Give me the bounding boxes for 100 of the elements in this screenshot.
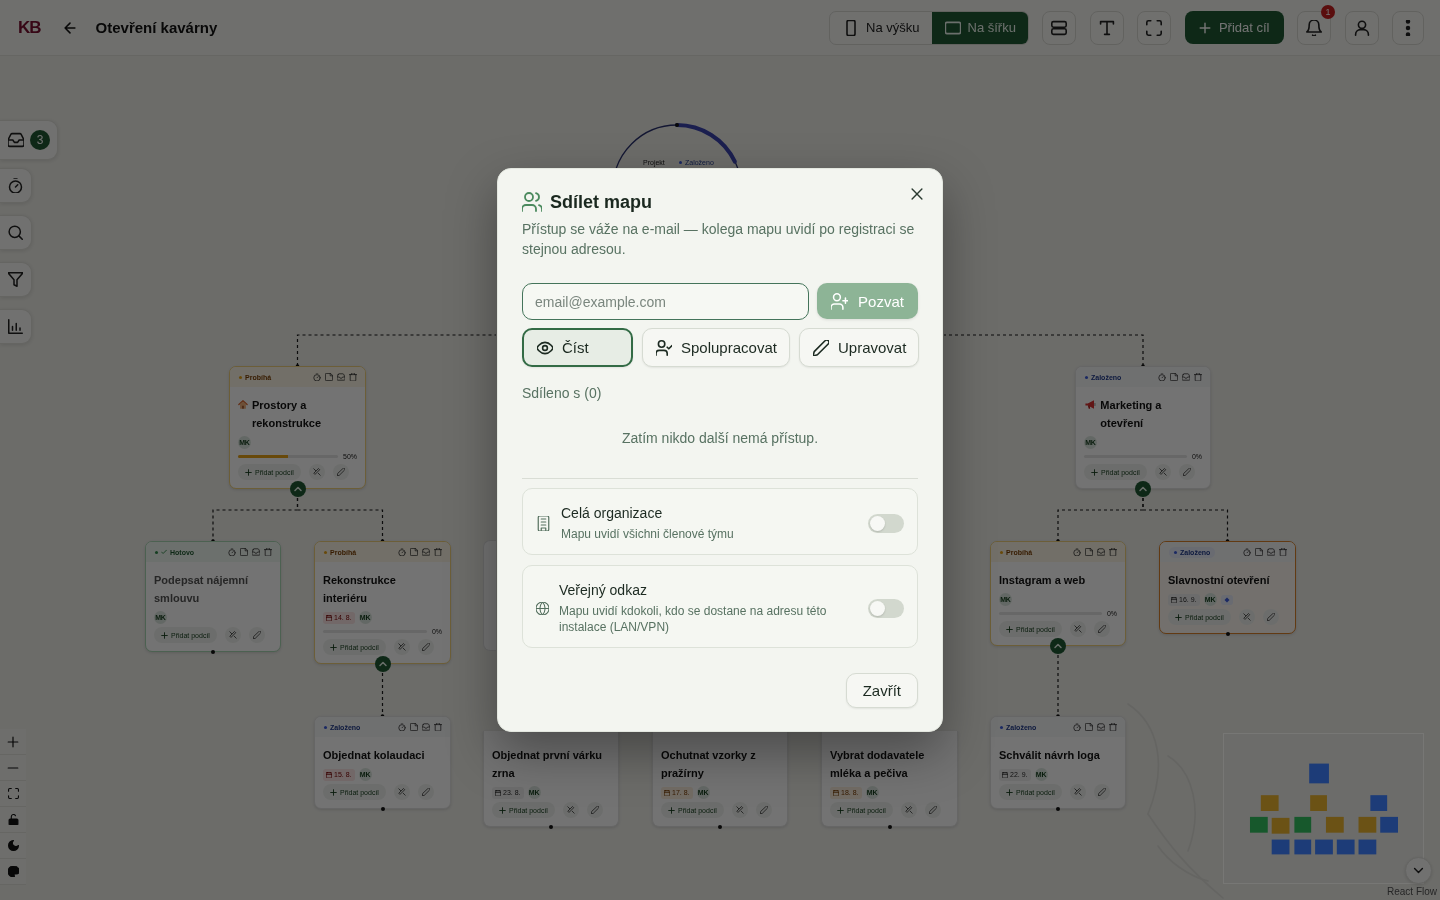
handle-dot-icon[interactable] bbox=[211, 650, 215, 654]
handle-dot-icon[interactable] bbox=[549, 825, 553, 829]
add-goal-button[interactable]: Přidat cíl bbox=[1184, 11, 1284, 44]
inbox-icon[interactable] bbox=[252, 548, 260, 556]
timer-icon[interactable] bbox=[1073, 548, 1081, 556]
timer-icon[interactable] bbox=[398, 723, 406, 731]
calendar-icon bbox=[833, 789, 839, 796]
handle-dot-icon[interactable] bbox=[887, 825, 892, 829]
tools-button[interactable] bbox=[731, 802, 748, 818]
edit-button[interactable] bbox=[586, 802, 603, 818]
trash-icon[interactable] bbox=[434, 548, 442, 556]
toggle-switch[interactable] bbox=[868, 598, 904, 618]
timer-icon[interactable] bbox=[1073, 723, 1081, 731]
trash-icon[interactable] bbox=[349, 373, 357, 381]
plus-icon bbox=[7, 735, 19, 748]
note-icon[interactable] bbox=[410, 723, 418, 731]
close-button[interactable] bbox=[909, 186, 925, 202]
tools-button[interactable] bbox=[562, 802, 579, 818]
handle-dot-icon[interactable] bbox=[1056, 807, 1060, 811]
dialog-description: Přístup se váže na e-mail — kolega mapu uvidí po registraci se stejnou adresou. bbox=[522, 220, 916, 259]
inbox-icon[interactable] bbox=[422, 548, 430, 556]
timer-icon[interactable] bbox=[1243, 548, 1251, 556]
user-plus-icon bbox=[831, 292, 849, 310]
tools-button[interactable] bbox=[224, 627, 241, 643]
edit-button[interactable] bbox=[417, 784, 434, 800]
minimap[interactable] bbox=[1223, 733, 1424, 884]
timer-icon[interactable] bbox=[398, 548, 406, 556]
handle-dot-icon[interactable] bbox=[718, 825, 722, 829]
trash-icon[interactable] bbox=[1109, 723, 1117, 731]
tools-button[interactable] bbox=[393, 639, 410, 655]
timer-icon[interactable] bbox=[313, 373, 321, 381]
orientation-tab[interactable]: Na výšku bbox=[830, 11, 932, 44]
tools-button[interactable] bbox=[393, 784, 410, 800]
trash-icon[interactable] bbox=[1279, 548, 1287, 556]
inbox-icon[interactable] bbox=[422, 723, 430, 731]
note-icon[interactable] bbox=[410, 548, 418, 556]
pencil-icon bbox=[813, 339, 829, 356]
inbox-button[interactable]: 3 bbox=[0, 120, 58, 160]
edit-button[interactable] bbox=[248, 627, 265, 643]
toggle-switch[interactable] bbox=[868, 513, 904, 533]
collapse-toggle[interactable] bbox=[1135, 481, 1151, 497]
trash-icon[interactable] bbox=[264, 548, 272, 556]
edit-button[interactable] bbox=[1093, 784, 1110, 800]
handle-dot-icon[interactable] bbox=[380, 807, 385, 811]
inbox-icon[interactable] bbox=[1097, 723, 1105, 731]
permission-option[interactable]: Číst bbox=[522, 328, 633, 367]
map-title: Otevření kavárny bbox=[95, 19, 218, 36]
search-button[interactable] bbox=[0, 215, 32, 250]
timer-button[interactable] bbox=[0, 168, 32, 203]
tools-button[interactable] bbox=[308, 464, 325, 480]
status-dot-icon bbox=[324, 550, 327, 554]
email-input[interactable]: email@example.com bbox=[522, 283, 809, 320]
tools-button[interactable] bbox=[1069, 784, 1086, 800]
edit-button[interactable] bbox=[1093, 621, 1110, 637]
notifications-button[interactable] bbox=[1297, 10, 1331, 45]
permission-option[interactable]: Upravovat bbox=[799, 328, 919, 367]
note-icon[interactable] bbox=[1170, 373, 1178, 381]
inbox-icon[interactable] bbox=[1267, 548, 1275, 556]
note-icon[interactable] bbox=[1255, 548, 1263, 556]
app-logo[interactable]: KB bbox=[18, 17, 41, 38]
tools-button[interactable] bbox=[1154, 464, 1171, 480]
edit-button[interactable] bbox=[1178, 464, 1195, 480]
timer-icon[interactable] bbox=[228, 548, 236, 556]
permission-option[interactable]: Spolupracovat bbox=[642, 328, 790, 367]
more-button[interactable] bbox=[1392, 10, 1424, 45]
trash-icon[interactable] bbox=[1194, 373, 1202, 381]
user-icon bbox=[1353, 19, 1370, 36]
timer-icon[interactable] bbox=[1158, 373, 1166, 381]
edit-button[interactable] bbox=[755, 802, 772, 818]
trash-icon[interactable] bbox=[1109, 548, 1117, 556]
collapse-toggle[interactable] bbox=[1050, 638, 1066, 654]
handle-dot-icon[interactable] bbox=[1225, 632, 1230, 636]
node-card[interactable] bbox=[483, 540, 496, 651]
close-dialog-button[interactable]: Zavřít bbox=[845, 673, 918, 708]
trash-icon[interactable] bbox=[434, 723, 442, 731]
note-icon[interactable] bbox=[1085, 723, 1093, 731]
note-icon[interactable] bbox=[1085, 548, 1093, 556]
statistics-button[interactable] bbox=[0, 309, 32, 344]
layout-button[interactable] bbox=[1042, 10, 1077, 45]
moon-icon bbox=[7, 840, 19, 851]
inbox-icon[interactable] bbox=[1097, 548, 1105, 556]
plus-icon bbox=[1091, 468, 1098, 476]
inbox-icon[interactable] bbox=[1182, 373, 1190, 381]
edit-button[interactable] bbox=[332, 464, 349, 480]
edit-button[interactable] bbox=[924, 802, 941, 818]
plus-icon bbox=[1006, 625, 1013, 633]
fullscreen-button[interactable] bbox=[1137, 10, 1172, 45]
attribution-link[interactable]: React Flow bbox=[1387, 886, 1437, 898]
tools-button[interactable] bbox=[1069, 621, 1086, 637]
note-icon[interactable] bbox=[325, 373, 333, 381]
orientation-tab[interactable]: Na šířku bbox=[931, 11, 1028, 44]
profile-button[interactable] bbox=[1344, 10, 1379, 45]
filter-button[interactable] bbox=[0, 262, 32, 297]
edit-button[interactable] bbox=[1262, 609, 1279, 625]
text-button[interactable] bbox=[1089, 10, 1124, 45]
edit-button[interactable] bbox=[417, 639, 434, 655]
tools-button[interactable] bbox=[900, 802, 917, 818]
tools-button[interactable] bbox=[1238, 609, 1255, 625]
inbox-icon[interactable] bbox=[337, 373, 345, 381]
note-icon[interactable] bbox=[240, 548, 248, 556]
